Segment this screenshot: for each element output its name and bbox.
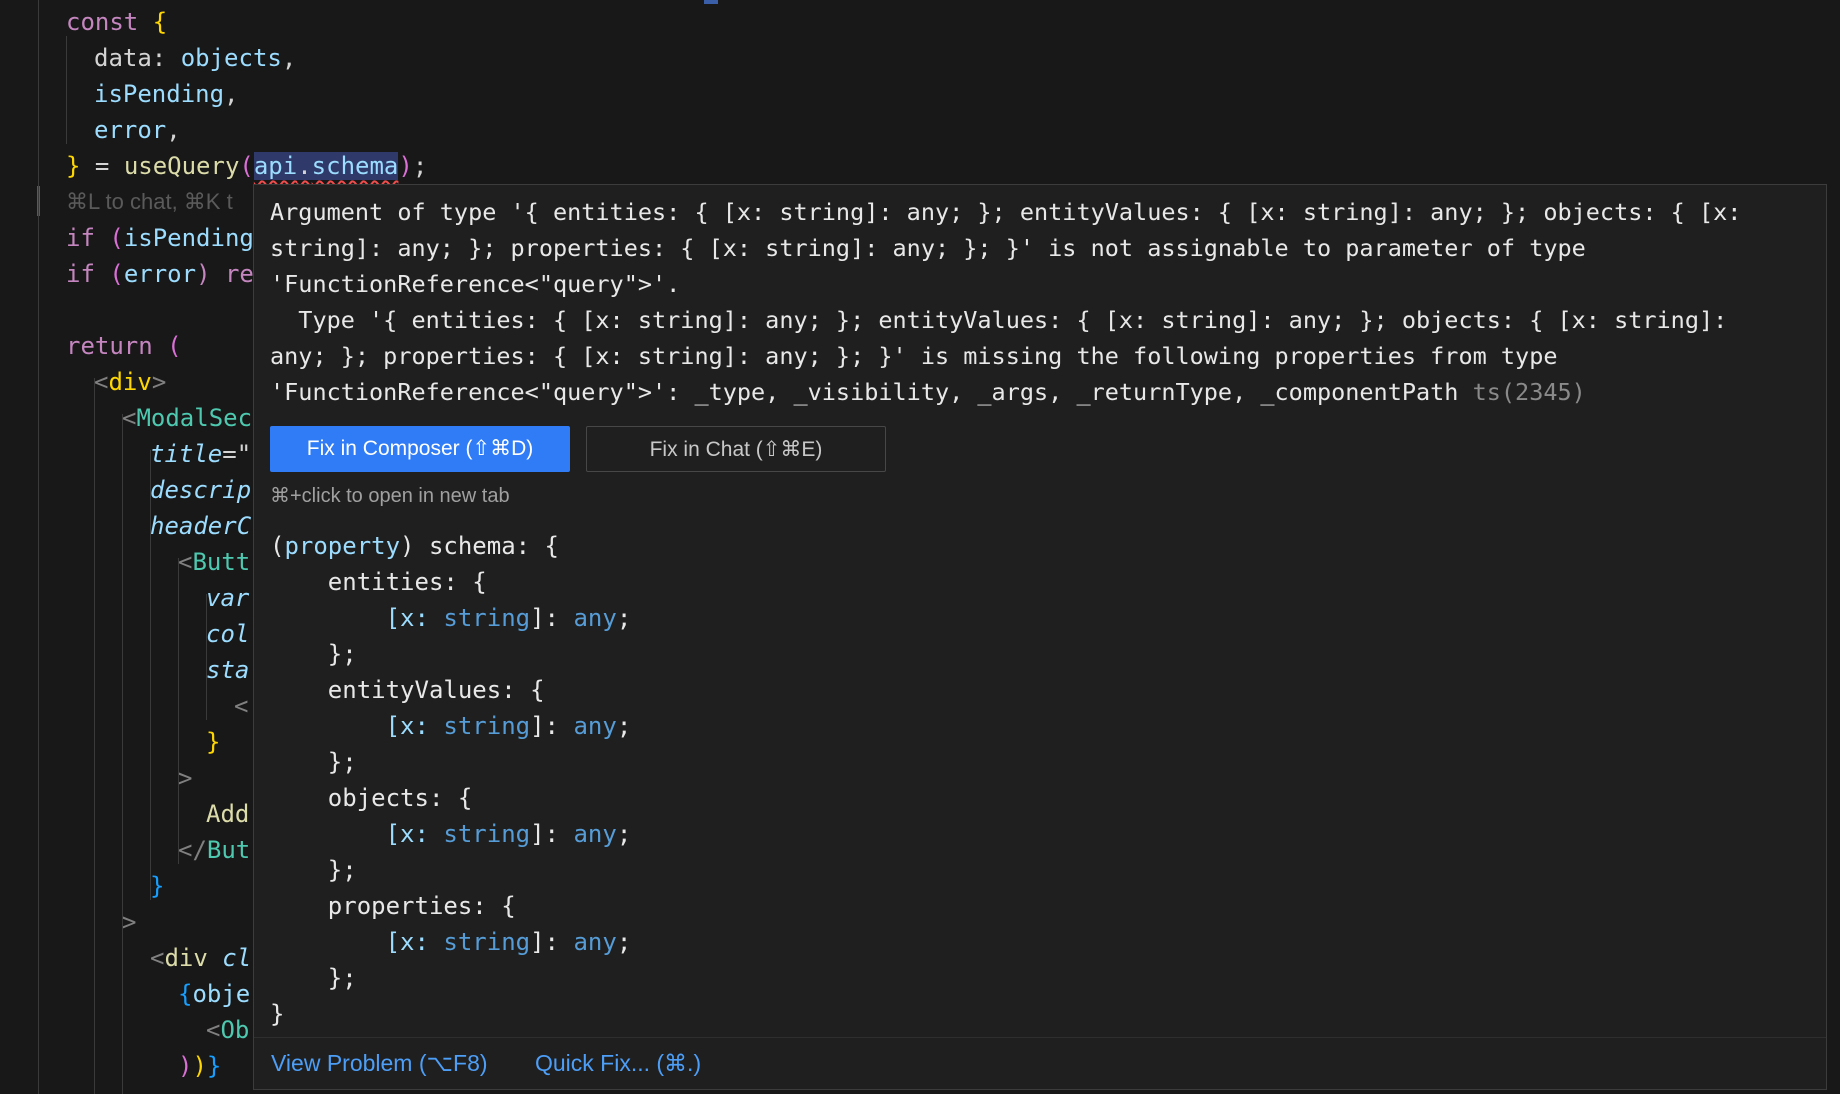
code-line: > [178,764,193,792]
indent-guide [38,0,39,1094]
code-line: <div cl [150,944,252,972]
code-line: <Butt [178,548,251,576]
code-line: <div> [94,368,167,396]
code-line: title=" [150,440,252,468]
quick-fix-link[interactable]: Quick Fix... (⌘.) [535,1038,701,1088]
code-line: return ( [66,332,182,360]
indent-guide [94,378,95,1094]
code-line: <Ob [206,1016,250,1044]
code-line: data: objects, [94,44,297,72]
code-line: sta [206,656,250,684]
fix-in-composer-button[interactable]: Fix in Composer (⇧⌘D) [270,426,570,472]
fix-in-chat-button[interactable]: Fix in Chat (⇧⌘E) [586,426,886,472]
inline-chat-hint: ⌘L to chat, ⌘K t [66,189,233,214]
view-problem-link[interactable]: View Problem (⌥F8) [271,1038,488,1088]
code-line: > [122,908,137,936]
code-line: isPending, [94,80,239,108]
indent-guide [66,36,67,144]
type-signature: (property) schema: { entities: { [x: str… [270,532,632,1028]
open-new-tab-hint: ⌘+click to open in new tab [270,485,510,507]
error-highlight[interactable]: api.schema [253,152,399,180]
code-line: var [206,584,250,612]
code-line: if (error) re [66,260,254,288]
code-line: if (isPending [66,224,254,252]
code-line: {obje [178,980,251,1008]
indent-guide [178,558,179,864]
code-line: col [206,620,250,648]
code-line: headerC [150,512,252,540]
error-code: ts(2345) [1472,378,1586,406]
indent-guide [122,414,123,1094]
code-line: descrip [150,476,252,504]
error-hover-popup: Argument of type '{ entities: { [x: stri… [253,184,1827,1090]
code-line: } [150,872,165,900]
code-line: error, [94,116,181,144]
code-line: const { [66,8,168,36]
code-line: } = useQuery(api.schema); [66,152,428,180]
scroll-position-marker [704,0,718,4]
code-line: <ModalSec [122,404,253,432]
code-line: } [206,728,221,756]
code-line: </But [178,836,251,864]
code-line: Add [206,800,250,828]
code-line: ))} [178,1052,222,1080]
code-line: < [234,692,249,720]
hover-footer: View Problem (⌥F8) Quick Fix... (⌘.) [254,1037,1826,1089]
error-message: Argument of type '{ entities: { [x: stri… [270,198,1742,406]
